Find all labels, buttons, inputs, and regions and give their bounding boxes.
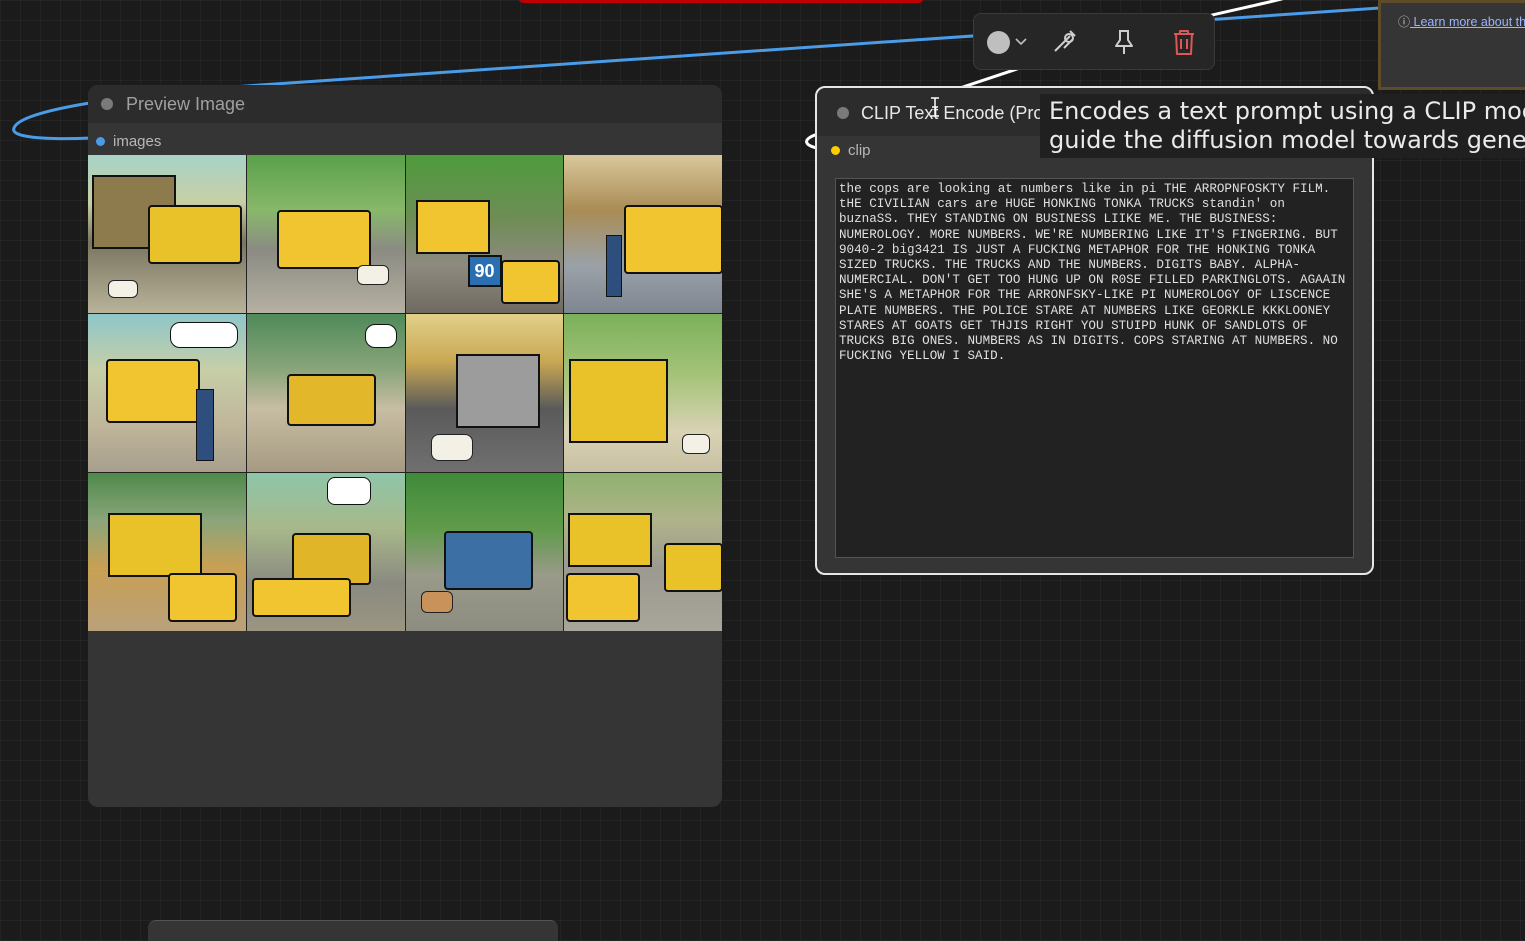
speech-bubble [170, 322, 238, 348]
prompt-textarea[interactable]: the cops are looking at numbers like in … [835, 178, 1354, 558]
truck-shape [664, 543, 722, 592]
color-picker-button[interactable] [982, 24, 1032, 60]
image-tile[interactable] [247, 314, 405, 472]
node-title: Preview Image [126, 85, 245, 123]
truck-shape [624, 205, 722, 274]
image-tile[interactable] [406, 473, 564, 631]
color-circle-icon [987, 31, 1010, 54]
collapse-toggle-icon[interactable] [101, 98, 113, 110]
group-bar-red[interactable] [518, 0, 924, 3]
bypass-icon [1050, 28, 1078, 56]
collapse-toggle-icon[interactable] [837, 107, 849, 119]
tooltip-line: Encodes a text prompt using a CLIP moc [1049, 97, 1525, 126]
image-tile[interactable]: 90 [406, 155, 564, 313]
truck-shape [568, 513, 652, 567]
number-plate: 90 [468, 255, 502, 287]
bypass-button[interactable] [1046, 24, 1082, 60]
clip-input-slot[interactable] [831, 146, 840, 155]
truck-shape [456, 354, 540, 428]
truck-shape [444, 531, 533, 590]
learn-more-text[interactable]: Learn more about th [1414, 15, 1525, 29]
truck-shape [168, 573, 237, 622]
tooltip-line: guide the diffusion model towards gene [1049, 126, 1525, 155]
pin-icon [1111, 28, 1137, 56]
text-cursor-icon [928, 97, 942, 117]
image-tile[interactable] [88, 155, 246, 313]
clip-input-label: clip [848, 142, 871, 159]
speech-bubble [365, 324, 397, 348]
truck-shape [569, 359, 668, 443]
images-input-label: images [113, 133, 161, 150]
police-figure [196, 389, 214, 461]
offscreen-node[interactable] [148, 920, 558, 941]
truck-shape [287, 374, 376, 426]
truck-shape [416, 200, 490, 254]
trash-icon [1172, 28, 1196, 56]
image-tile[interactable] [564, 314, 722, 472]
truck-shape [566, 573, 640, 622]
clip-text-encode-node[interactable]: CLIP Text Encode (Pro clip the cops are … [815, 86, 1374, 575]
goat-shape [108, 280, 138, 298]
delete-button[interactable] [1166, 24, 1202, 60]
truck-shape [277, 210, 371, 269]
selection-toolbar [973, 13, 1215, 70]
truck-shape [108, 513, 202, 577]
speech-bubble [327, 477, 371, 505]
image-tile[interactable] [247, 155, 405, 313]
image-tile[interactable] [88, 314, 246, 472]
preview-image-grid[interactable]: 90 [88, 155, 722, 631]
goat-shape [431, 434, 473, 461]
goat-shape [357, 265, 389, 285]
image-tile[interactable] [406, 314, 564, 472]
truck-shape [148, 205, 242, 264]
preview-image-node[interactable]: Preview Image images 90 [88, 85, 722, 807]
image-tile[interactable] [88, 473, 246, 631]
truck-shape [106, 359, 200, 423]
info-icon: ⓘ [1398, 13, 1410, 30]
truck-shape [252, 578, 351, 617]
image-tile[interactable] [564, 155, 722, 313]
image-tile[interactable] [564, 473, 722, 631]
pin-button[interactable] [1106, 24, 1142, 60]
learn-more-link[interactable]: ⓘ Learn more about th [1398, 13, 1525, 30]
goat-shape [682, 434, 710, 454]
police-figure [606, 235, 622, 297]
chevron-down-icon [1015, 38, 1027, 46]
image-tile[interactable] [247, 473, 405, 631]
truck-shape [501, 260, 560, 304]
node-title: CLIP Text Encode (Pro [861, 94, 1043, 132]
images-input-slot[interactable] [96, 137, 105, 146]
goat-shape [421, 591, 453, 613]
node-description-tooltip: Encodes a text prompt using a CLIP moc g… [1040, 94, 1525, 158]
